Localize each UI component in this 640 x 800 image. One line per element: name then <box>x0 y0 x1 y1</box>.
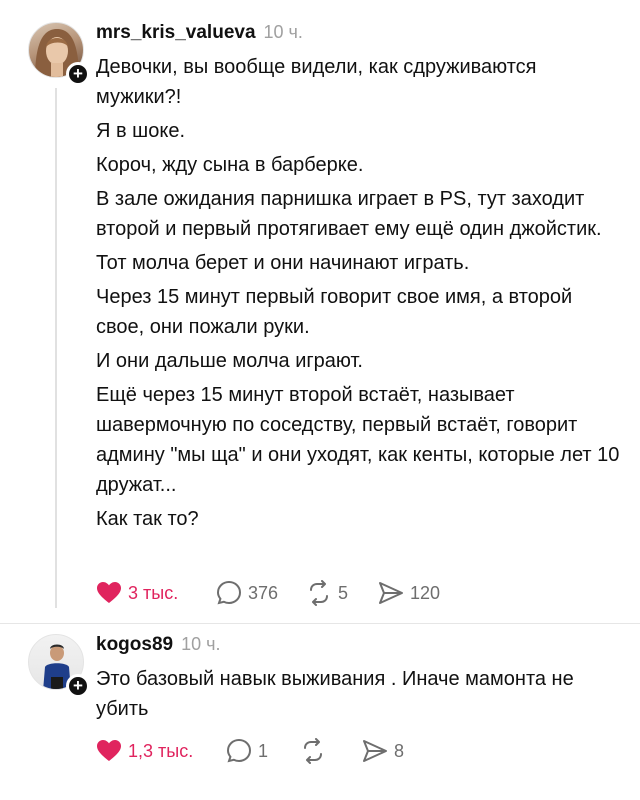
comment-2: + kogos89 10 ч. Это базовый навык выжива… <box>0 624 640 800</box>
comment-paragraph: В зале ожидания парнишка играет в PS, ту… <box>96 188 602 240</box>
comment-1: + mrs_kris_valueva 10 ч. Девочки, вы воо… <box>0 0 640 624</box>
repost-button[interactable] <box>300 738 362 764</box>
comment-meta: mrs_kris_valueva 10 ч. <box>96 22 624 44</box>
username[interactable]: mrs_kris_valueva <box>96 22 256 44</box>
share-button[interactable]: 120 <box>378 581 458 605</box>
comment-paragraph: Тот молча берет и они начинают играть. <box>96 252 470 274</box>
avatar-wrap[interactable]: + <box>28 22 90 86</box>
reply-count: 1 <box>258 740 269 761</box>
action-bar: 1,3 тыс. 1 8 <box>96 738 432 764</box>
comment-paragraph: Я в шоке. <box>96 120 186 142</box>
comment-paragraph: И они дальше молча играют. <box>96 350 363 372</box>
share-count: 8 <box>394 740 405 761</box>
comment-paragraph: Через 15 минут первый говорит свое имя, … <box>96 286 573 338</box>
like-button[interactable]: 3 тыс. <box>96 581 216 605</box>
comment-paragraph: Девочки, вы вообще видели, как сдруживаю… <box>96 56 537 108</box>
share-button[interactable]: 8 <box>362 739 432 763</box>
timestamp: 10 ч. <box>181 634 221 654</box>
share-icon <box>363 740 387 762</box>
repost-icon <box>310 580 328 606</box>
timestamp: 10 ч. <box>263 22 303 42</box>
repost-icon <box>304 738 322 764</box>
comment-meta: kogos89 10 ч. <box>96 634 624 656</box>
like-button[interactable]: 1,3 тыс. <box>96 739 226 763</box>
thread-line <box>55 88 57 608</box>
comment-icon <box>226 738 252 763</box>
reply-button[interactable]: 1 <box>226 738 300 764</box>
reply-button[interactable]: 376 <box>216 580 306 606</box>
avatar-wrap[interactable]: + <box>28 634 90 698</box>
comment-icon <box>216 580 242 605</box>
like-count: 3 тыс. <box>128 582 179 603</box>
like-count: 1,3 тыс. <box>128 740 194 761</box>
heart-icon <box>97 740 121 761</box>
share-count: 120 <box>410 582 441 603</box>
follow-plus-icon[interactable]: + <box>66 674 90 698</box>
comment-body: mrs_kris_valueva 10 ч. Девочки, вы вообщ… <box>96 22 624 534</box>
follow-plus-icon[interactable]: + <box>66 62 90 86</box>
heart-icon <box>97 582 121 603</box>
action-bar: 3 тыс. 376 5 120 <box>96 580 458 606</box>
username[interactable]: kogos89 <box>96 634 173 656</box>
reply-count: 376 <box>248 582 279 603</box>
comment-paragraph: Короч, жду сына в барберке. <box>96 154 364 176</box>
comment-paragraph: Ещё через 15 минут второй встаёт, называ… <box>96 384 620 496</box>
repost-count: 5 <box>338 582 349 603</box>
comment-paragraph: Это базовый навык выживания . Иначе мамо… <box>96 668 574 720</box>
share-icon <box>379 582 403 604</box>
repost-button[interactable]: 5 <box>306 580 378 606</box>
comment-body: kogos89 10 ч. Это базовый навык выживани… <box>96 634 624 724</box>
comment-paragraph: Как так то? <box>96 508 199 530</box>
